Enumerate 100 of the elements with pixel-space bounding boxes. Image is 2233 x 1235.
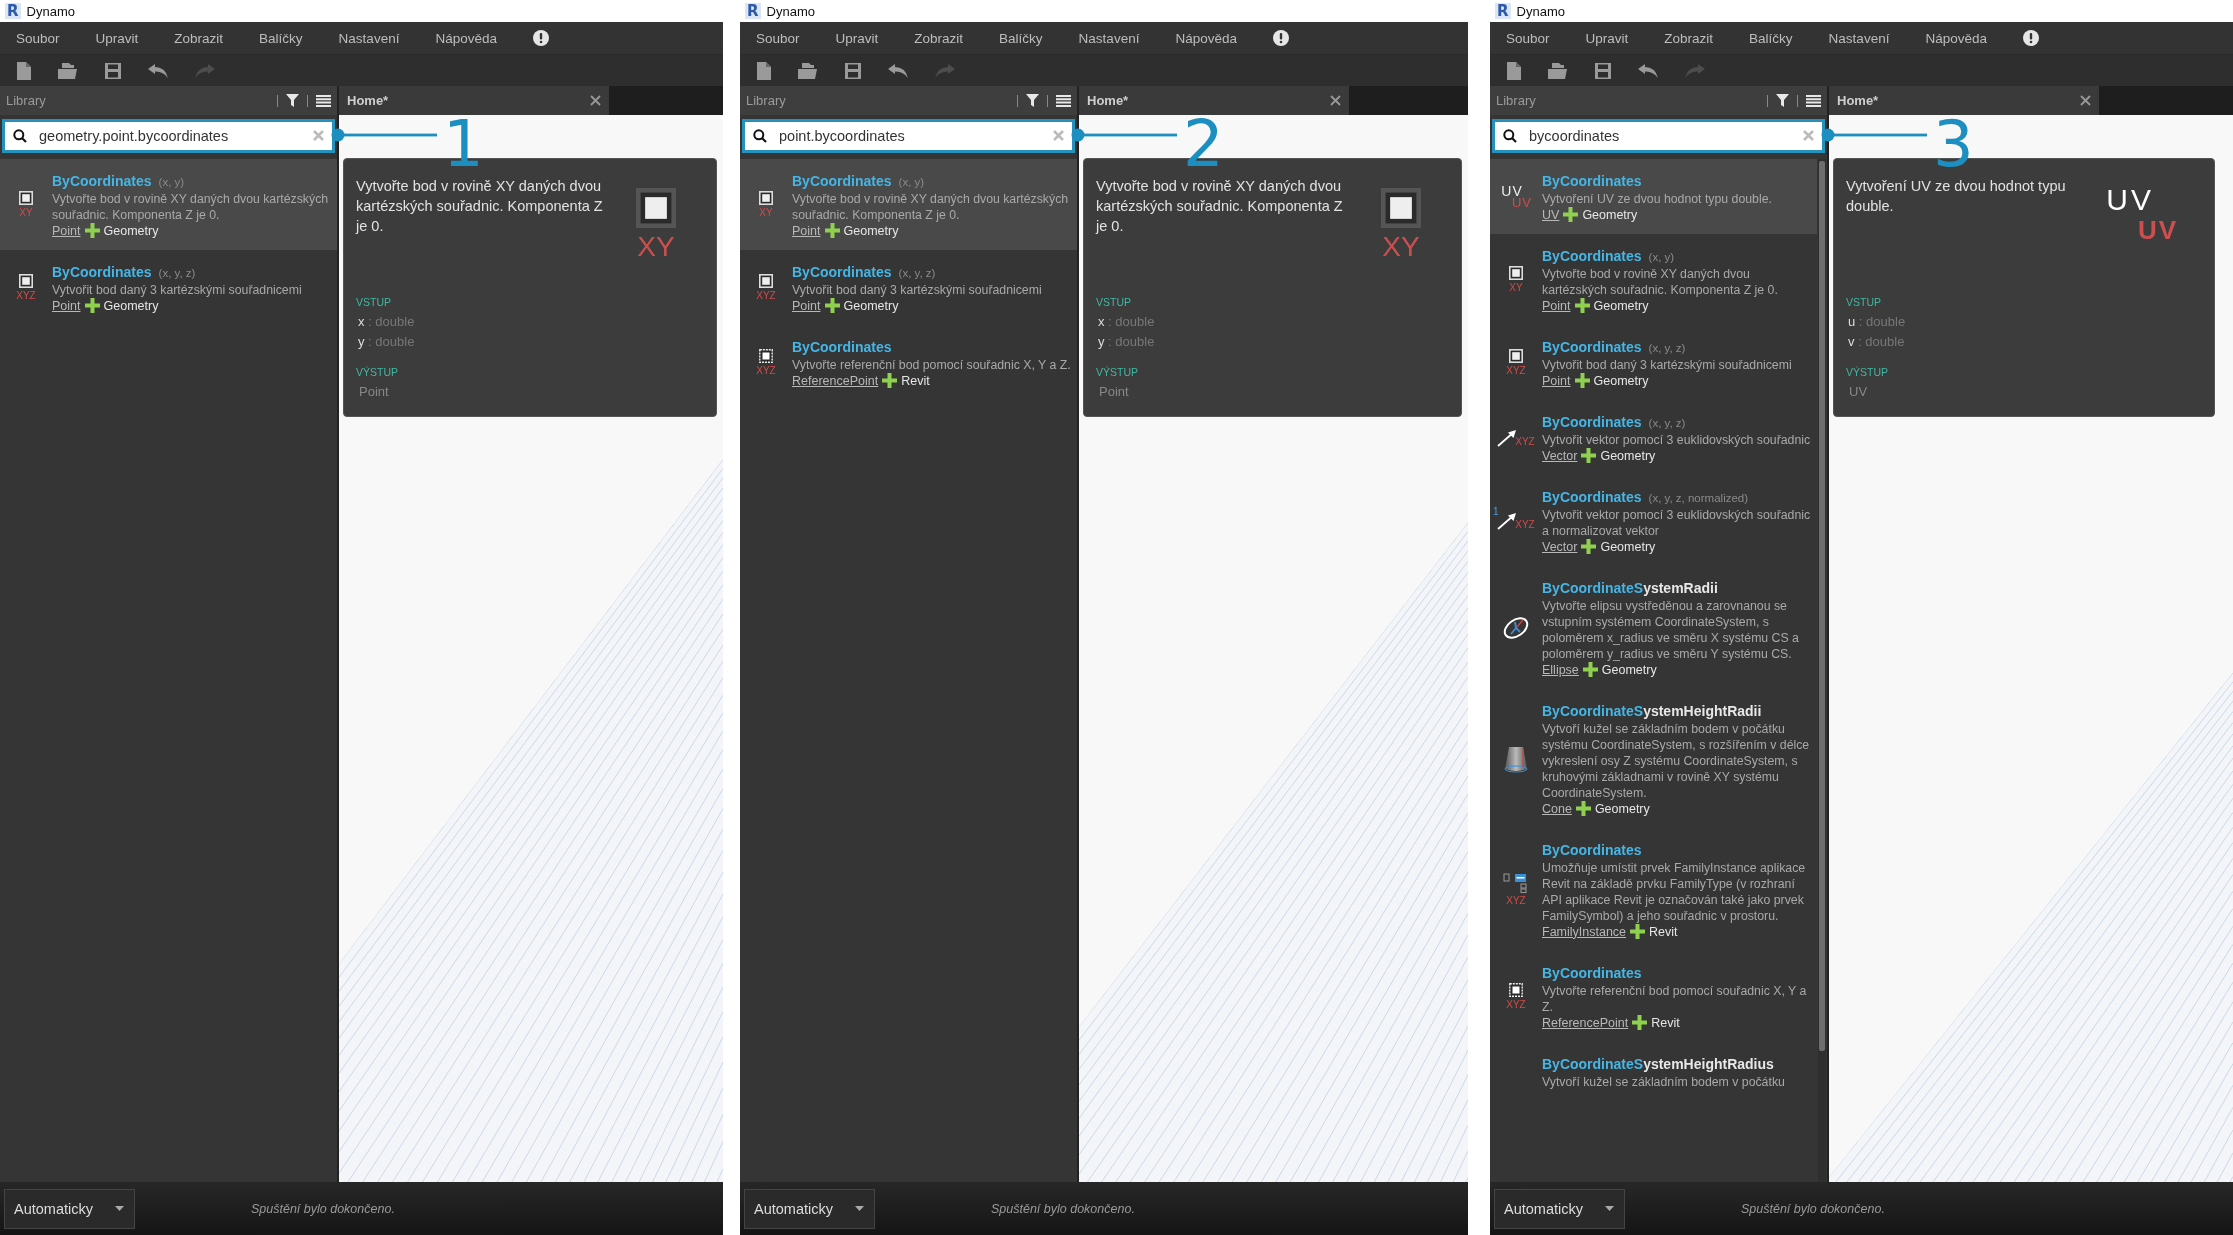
search-field[interactable]: geometry.point.bycoordinates — [2, 119, 335, 153]
node-description: Vytvoří kužel se základním bodem v počátku systému CoordinateSystem, s rozšířením v délce vykreslení osy Z systému CoordinateSystem, s kruhovými základnami v rovině XY systému CoordinateSystem. — [1542, 721, 1811, 801]
menu-item[interactable]: Nápověda — [1925, 30, 1987, 46]
alert-icon[interactable] — [1272, 30, 1289, 46]
library-item[interactable]: XYZ ByCoordinates Vytvořte referenční bod pomocí souřadnic X, Y a Z. ReferencePoint Revit — [1490, 951, 1817, 1042]
document-tab[interactable]: Home* — [339, 86, 609, 115]
filter-icon[interactable] — [286, 94, 299, 107]
menu-item[interactable]: Zobrazit — [914, 30, 964, 46]
alert-icon[interactable] — [532, 30, 549, 46]
icon-label: XY — [759, 207, 773, 218]
save-icon[interactable] — [104, 61, 122, 80]
undo-icon[interactable] — [147, 62, 169, 79]
file-icon[interactable] — [16, 60, 32, 81]
category-link[interactable]: UV — [1542, 207, 1560, 222]
menu-item[interactable]: Balíčky — [1749, 30, 1793, 46]
category-link[interactable]: Vector — [1542, 539, 1578, 554]
category-link[interactable]: Point — [1542, 298, 1571, 313]
caret-icon — [1605, 1206, 1614, 1211]
node-name: ByCoordinates — [792, 173, 892, 189]
library-item[interactable]: XYZ ByCoordinates (x, y, z) Vytvořit bod daný 3 kartézskými souřadnicemi Point Geometry — [0, 250, 337, 325]
category-link[interactable]: Point — [792, 298, 821, 313]
menu-item[interactable]: Nastavení — [1078, 30, 1140, 46]
menu-item[interactable]: Balíčky — [259, 30, 303, 46]
node-description: Umožňuje umístit prvek FamilyInstance aplikace Revit na základě prvku FamilyType (v rozhraní API aplikace Revit je označován také jako prvek FamilySymbol) a jeho souřadnic v prostoru. — [1542, 860, 1807, 924]
node-description: Vytvořte bod v rovině XY daných dvou kartézských souřadnic. Komponenta Z je 0. — [792, 191, 1070, 223]
library-item[interactable]: ByCoordinateSystemHeightRadius Vytvoří kužel se základním bodem v počátku — [1490, 1042, 1817, 1102]
menu-item[interactable]: Upravit — [95, 30, 139, 46]
menu-item[interactable]: Upravit — [835, 30, 879, 46]
menu-item[interactable]: Zobrazit — [1664, 30, 1714, 46]
category-link[interactable]: FamilyInstance — [1542, 924, 1627, 939]
category-link[interactable]: Cone — [1542, 801, 1572, 816]
folder-icon[interactable] — [1547, 61, 1569, 80]
category-link[interactable]: Ellipse — [1542, 662, 1579, 677]
close-icon[interactable] — [2080, 95, 2091, 106]
node-description: Vytvořte referenční bod pomocí souřadnic X, Y a Z. — [1542, 983, 1808, 1015]
category-link[interactable]: ReferencePoint — [1542, 1015, 1629, 1030]
node-description: Vytvořte bod v rovině XY daných dvou kartézských souřadnic. Komponenta Z je 0. — [52, 191, 330, 223]
menu-item[interactable]: Nastavení — [1828, 30, 1890, 46]
node-description: Vytvoří kužel se základním bodem v počátku — [1542, 1074, 1786, 1090]
category-link[interactable]: Vector — [1542, 448, 1578, 463]
search-field[interactable]: point.bycoordinates — [742, 119, 1075, 153]
close-icon[interactable] — [590, 95, 601, 106]
library-item[interactable]: XY ByCoordinates (x, y) Vytvořte bod v rovině XY daných dvou kartézských souřadnic. Komponenta Z je 0. Point Geometry — [0, 159, 337, 250]
category-link[interactable]: Point — [52, 223, 81, 238]
menu-item[interactable]: Soubor — [16, 30, 60, 46]
library-item[interactable]: XYZ ByCoordinates Vytvořte referenční bod pomocí souřadnic X, Y a Z. ReferencePoint Revit — [740, 325, 1077, 400]
file-icon[interactable] — [1506, 60, 1522, 81]
save-icon[interactable] — [844, 61, 862, 80]
parameter-list: (x, y) — [898, 176, 925, 188]
menu-item[interactable]: Upravit — [1585, 30, 1629, 46]
library-item[interactable]: XYZ ByCoordinates (x, y, z) Vytvořit bod daný 3 kartézskými souřadnicemi Point Geometry — [1490, 325, 1817, 400]
folder-icon[interactable] — [57, 61, 79, 80]
run-mode-dropdown[interactable]: Automaticky — [4, 1188, 135, 1229]
folder-icon[interactable] — [797, 61, 819, 80]
library-item[interactable]: XY ByCoordinates (x, y) Vytvořte bod v rovině XY daných dvou kartézských souřadnic. Komponenta Z je 0. Point Geometry — [1490, 234, 1817, 325]
menu-item[interactable]: Soubor — [756, 30, 800, 46]
library-item[interactable]: XYZ ByCoordinates (x, y, z) Vytvořit vektor pomocí 3 euklidovských souřadnic Vector Geometry — [1490, 400, 1817, 475]
menu-item[interactable]: Nápověda — [1175, 30, 1237, 46]
icon-label: UV — [1501, 184, 1523, 198]
undo-icon[interactable] — [1637, 62, 1659, 79]
list-icon[interactable] — [1056, 94, 1071, 107]
library-item[interactable]: 1 XYZ ByCoordinates (x, y, z, normalized) Vytvořit vektor pomocí 3 euklidovských souřadnic a normalizovat vektor Vector Geometry — [1490, 475, 1817, 566]
search-icon — [753, 129, 767, 143]
library-item[interactable]: XY ByCoordinates (x, y) Vytvořte bod v rovině XY daných dvou kartézských souřadnic. Komponenta Z je 0. Point Geometry — [740, 159, 1077, 250]
menu-item[interactable]: Nastavení — [338, 30, 400, 46]
icon-label: XYZ — [1515, 518, 1535, 530]
menu-item[interactable]: Zobrazit — [174, 30, 224, 46]
input-parameter: y : double — [1097, 333, 1156, 351]
category-link[interactable]: Point — [1542, 373, 1571, 388]
category-link[interactable]: Point — [792, 223, 821, 238]
library-group-label: Geometry — [843, 298, 899, 313]
filter-icon[interactable] — [1026, 94, 1039, 107]
close-icon[interactable] — [1330, 95, 1341, 106]
category-link[interactable]: ReferencePoint — [792, 373, 879, 388]
alert-icon[interactable] — [2022, 30, 2039, 46]
run-mode-dropdown[interactable]: Automaticky — [744, 1188, 875, 1229]
list-icon[interactable] — [316, 94, 331, 107]
menu-item[interactable]: Balíčky — [999, 30, 1043, 46]
document-tab[interactable]: Home* — [1829, 86, 2099, 115]
save-icon[interactable] — [1594, 61, 1612, 80]
search-field[interactable]: bycoordinates — [1492, 119, 1825, 153]
icon-label: 1 — [1493, 505, 1499, 517]
scrollbar[interactable] — [1818, 159, 1826, 1182]
menu-item[interactable]: Soubor — [1506, 30, 1550, 46]
library-group-label: Geometry — [1594, 801, 1650, 816]
menu-item[interactable]: Nápověda — [435, 30, 497, 46]
file-icon[interactable] — [756, 60, 772, 81]
list-icon[interactable] — [1806, 94, 1821, 107]
run-mode-dropdown[interactable]: Automaticky — [1494, 1188, 1625, 1229]
document-tab[interactable]: Home* — [1079, 86, 1349, 115]
window-title: Dynamo — [766, 3, 815, 19]
category-link[interactable]: Point — [52, 298, 81, 313]
panel-title: Library — [1496, 93, 1537, 108]
plus-icon — [1581, 539, 1597, 554]
filter-icon[interactable] — [1776, 94, 1789, 107]
blocks-icon — [1503, 873, 1529, 893]
library-item[interactable]: XYZ ByCoordinates (x, y, z) Vytvořit bod daný 3 kartézskými souřadnicemi Point Geometry — [740, 250, 1077, 325]
output-type: Point — [1098, 383, 1130, 401]
undo-icon[interactable] — [887, 62, 909, 79]
input-parameter: y : double — [357, 333, 416, 351]
